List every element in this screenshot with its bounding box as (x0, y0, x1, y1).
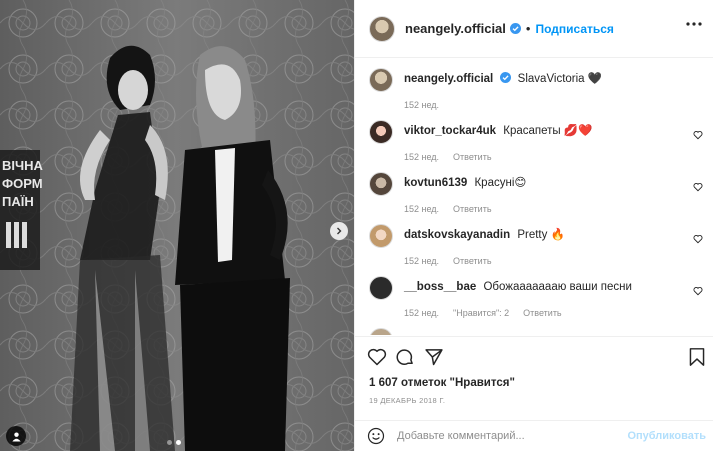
post-header: neangely.official • Подписаться (355, 0, 713, 58)
comments-list[interactable]: neangely.official SlavaVictoria 🖤 152 не… (355, 58, 713, 335)
author-username[interactable]: neangely.official (405, 21, 506, 36)
comment-item: viktor_tockar4uk Красапеты 💋❤️ 152 нед. … (369, 120, 709, 162)
comment-text-block: viktor_tockar4uk Красапеты 💋❤️ (404, 124, 674, 139)
comment-item-partial (369, 328, 709, 335)
commenter-avatar[interactable] (369, 328, 393, 335)
comment-input[interactable] (397, 430, 627, 442)
likes-count[interactable]: 1 607 отметок "Нравится" (369, 377, 515, 389)
comment-item: datskovskayanadin Pretty 🔥 152 нед. Отве… (369, 224, 709, 266)
comment-text-block: kovtun6139 Красуні😊 (404, 176, 674, 191)
reply-button[interactable]: Ответить (453, 152, 491, 162)
post-photo[interactable]: ВІЧНА ФОРМ ПАЇН (0, 0, 354, 451)
heart-icon[interactable] (693, 286, 703, 296)
caption-avatar[interactable] (369, 68, 393, 92)
post-actions-bar (355, 336, 713, 376)
comment-text: Pretty 🔥 (517, 229, 565, 241)
carousel-dot-active (176, 440, 181, 445)
comment-item: __boss__bae Обожаааааааю ваши песни 152 … (369, 276, 709, 318)
comment-text: Обожаааааааю ваши песни (483, 281, 632, 293)
add-comment-bar: Опубликовать (355, 420, 713, 451)
verified-badge-icon (509, 23, 521, 34)
backdrop-text-2: ФОРМ (2, 176, 43, 191)
comment-time: 152 нед. (404, 152, 440, 162)
emoji-icon[interactable] (367, 427, 385, 445)
follow-button[interactable]: Подписаться (535, 22, 613, 36)
header-separator: • (525, 21, 531, 36)
caption-item: neangely.official SlavaVictoria 🖤 152 не… (369, 68, 709, 110)
reply-button[interactable]: Ответить (453, 204, 491, 214)
bookmark-icon[interactable] (688, 347, 706, 367)
commenter-avatar[interactable] (369, 172, 393, 196)
more-options-icon[interactable] (686, 22, 702, 26)
commenter-avatar[interactable] (369, 224, 393, 248)
comment-username[interactable]: __boss__bae (404, 281, 476, 293)
user-tag-icon (11, 431, 21, 442)
comment-likes-count[interactable]: "Нравится": 2 (453, 308, 509, 318)
caption-text-block: neangely.official SlavaVictoria 🖤 (404, 72, 674, 87)
post-date[interactable]: 19 ДЕКАБРЬ 2018 Г. (369, 396, 445, 405)
post-details-panel: neangely.official • Подписаться neangely… (354, 0, 713, 451)
comment-icon[interactable] (395, 347, 415, 367)
comment-time: 152 нед. (404, 204, 440, 214)
comment-time: 152 нед. (404, 308, 440, 318)
backdrop-text-1: ВІЧНА (2, 158, 44, 173)
user-tags-button[interactable] (6, 426, 26, 446)
author-avatar[interactable] (369, 15, 395, 42)
comment-username[interactable]: datskovskayanadin (404, 229, 510, 241)
verified-badge-icon (500, 72, 512, 83)
comment-username[interactable]: kovtun6139 (404, 177, 467, 189)
heart-icon[interactable] (693, 130, 703, 140)
carousel-next-button[interactable] (330, 222, 348, 240)
comment-text: Красапеты 💋❤️ (503, 125, 593, 137)
heart-icon[interactable] (693, 234, 703, 244)
comment-time: 152 нед. (404, 256, 440, 266)
chevron-right-icon (337, 227, 342, 235)
photo-image: ВІЧНА ФОРМ ПАЇН (0, 0, 354, 451)
heart-icon[interactable] (693, 182, 703, 192)
comment-username[interactable]: viktor_tockar4uk (404, 125, 496, 137)
backdrop-text-3: ПАЇН (2, 194, 34, 209)
publish-comment-button[interactable]: Опубликовать (627, 430, 706, 442)
comment-text: Красуні😊 (474, 177, 527, 189)
caption-time: 152 нед. (404, 100, 440, 110)
caption-username[interactable]: neangely.official (404, 73, 493, 85)
reply-button[interactable]: Ответить (523, 308, 561, 318)
commenter-avatar[interactable] (369, 120, 393, 144)
caption-text: SlavaVictoria 🖤 (517, 73, 603, 85)
share-icon[interactable] (424, 347, 444, 367)
comment-text-block: datskovskayanadin Pretty 🔥 (404, 228, 674, 243)
carousel-dot (167, 440, 172, 445)
reply-button[interactable]: Ответить (453, 256, 491, 266)
heart-icon[interactable] (367, 347, 387, 367)
comment-text-block: __boss__bae Обожаааааааю ваши песни (404, 280, 674, 295)
comment-item: kovtun6139 Красуні😊 152 нед. Ответить (369, 172, 709, 214)
commenter-avatar[interactable] (369, 276, 393, 300)
carousel-indicator (167, 440, 181, 445)
